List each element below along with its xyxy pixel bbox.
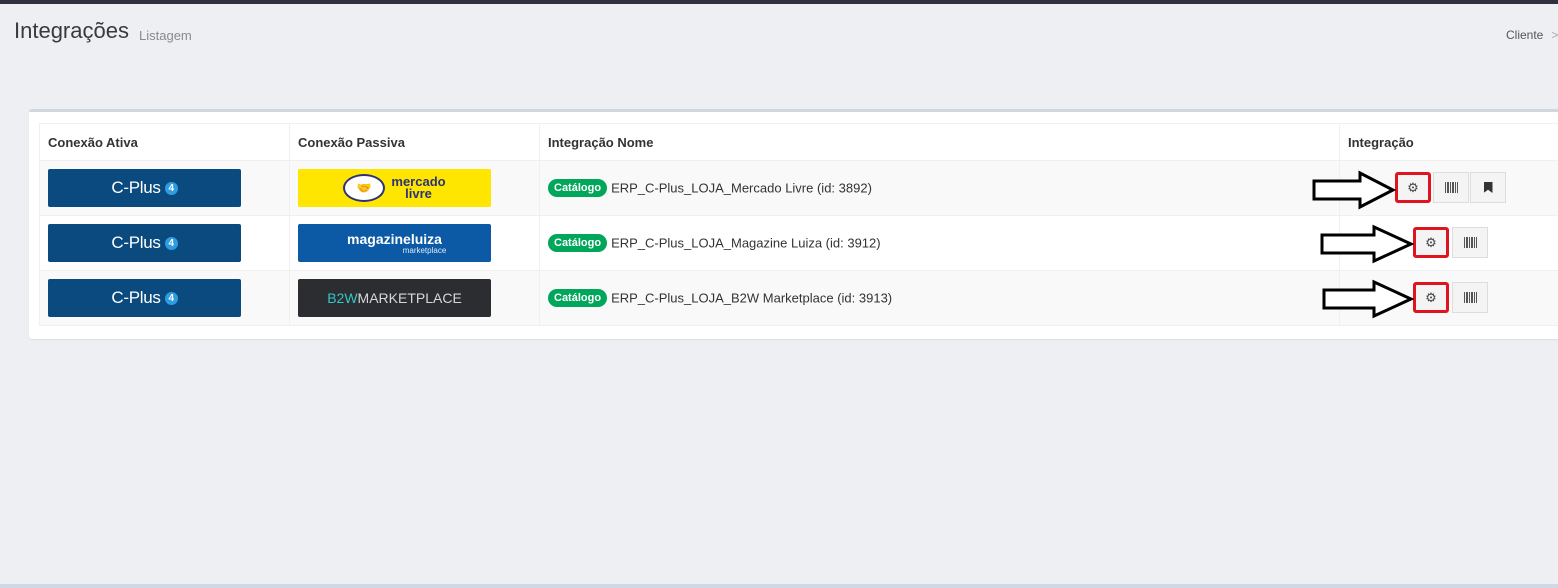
barcode-button[interactable] <box>1433 172 1469 203</box>
header-integracao: Integração <box>1339 123 1558 161</box>
mercado-livre-line2: livre <box>405 186 432 201</box>
integration-name: ERP_C-Plus_LOJA_B2W Marketplace (id: 391… <box>611 290 893 306</box>
cplus-logo-text: C-Plus <box>111 288 161 307</box>
barcode-icon <box>1444 182 1458 193</box>
settings-button[interactable]: ⚙ <box>1413 227 1449 258</box>
barcode-button[interactable] <box>1452 282 1488 313</box>
b2w-marketplace-logo: B2W MARKETPLACE <box>298 279 491 317</box>
cell-integration-name: Catálogo ERP_C-Plus_LOJA_Magazine Luiza (… <box>539 215 1340 271</box>
catalog-badge: Catálogo <box>548 234 608 252</box>
page-subtitle: Listagem <box>139 28 192 43</box>
header-integracao-nome: Integração Nome <box>539 123 1340 161</box>
cplus-logo: C-Plus 4 <box>48 224 241 262</box>
bookmark-button[interactable] <box>1470 172 1506 203</box>
cell-active-connection: C-Plus 4 <box>39 160 290 216</box>
cell-passive-connection: 🤝 mercado livre <box>289 160 540 216</box>
cell-passive-connection: B2W MARKETPLACE <box>289 270 540 326</box>
barcode-icon <box>1463 292 1477 303</box>
cplus-logo: C-Plus 4 <box>48 279 241 317</box>
integration-name: ERP_C-Plus_LOJA_Magazine Luiza (id: 3912… <box>611 235 881 251</box>
b2w-logo-suffix: MARKETPLACE <box>357 290 462 306</box>
table-header-row: Conexão Ativa Conexão Passiva Integração… <box>39 123 1558 161</box>
gear-icon: ⚙ <box>1425 289 1437 305</box>
cell-active-connection: C-Plus 4 <box>39 215 290 271</box>
barcode-icon <box>1463 237 1477 248</box>
catalog-badge: Catálogo <box>548 179 608 197</box>
magalu-line1: magazineluiza <box>347 230 442 247</box>
annotation-arrow-icon <box>1312 170 1396 210</box>
annotation-arrow-icon <box>1322 279 1414 319</box>
breadcrumb: Cliente > <box>1506 28 1558 42</box>
catalog-badge: Catálogo <box>548 289 608 307</box>
gear-icon: ⚙ <box>1407 179 1419 195</box>
handshake-icon: 🤝 <box>343 174 386 202</box>
cplus-logo-text: C-Plus <box>111 233 161 252</box>
bookmark-icon <box>1483 182 1493 193</box>
cplus-logo-number: 4 <box>164 291 178 305</box>
cplus-logo-number: 4 <box>164 181 178 195</box>
page-title: Integrações <box>14 18 129 43</box>
top-bar <box>0 0 1558 4</box>
magazine-luiza-logo: magazineluiza marketplace <box>298 224 491 262</box>
cplus-logo-number: 4 <box>164 236 178 250</box>
cell-integration-name: Catálogo ERP_C-Plus_LOJA_Mercado Livre (i… <box>539 160 1340 216</box>
breadcrumb-separator: > <box>1551 28 1558 42</box>
cell-active-connection: C-Plus 4 <box>39 270 290 326</box>
cell-integration-name: Catálogo ERP_C-Plus_LOJA_B2W Marketplace … <box>539 270 1340 326</box>
gear-icon: ⚙ <box>1425 234 1437 250</box>
integration-name: ERP_C-Plus_LOJA_Mercado Livre (id: 3892) <box>611 180 872 196</box>
cell-passive-connection: magazineluiza marketplace <box>289 215 540 271</box>
header-conexao-passiva: Conexão Passiva <box>289 123 540 161</box>
b2w-logo-prefix: B2W <box>327 290 358 306</box>
settings-button[interactable]: ⚙ <box>1395 172 1431 203</box>
breadcrumb-item-cliente[interactable]: Cliente <box>1506 28 1543 42</box>
cplus-logo-text: C-Plus <box>111 178 161 197</box>
barcode-button[interactable] <box>1452 227 1488 258</box>
header-conexao-ativa: Conexão Ativa <box>39 123 290 161</box>
magalu-line2: marketplace <box>402 245 447 255</box>
settings-button[interactable]: ⚙ <box>1413 282 1449 313</box>
cplus-logo: C-Plus 4 <box>48 169 241 207</box>
bottom-scrollbar[interactable] <box>0 584 1558 588</box>
mercado-livre-logo: 🤝 mercado livre <box>298 169 491 207</box>
annotation-arrow-icon <box>1320 224 1414 264</box>
